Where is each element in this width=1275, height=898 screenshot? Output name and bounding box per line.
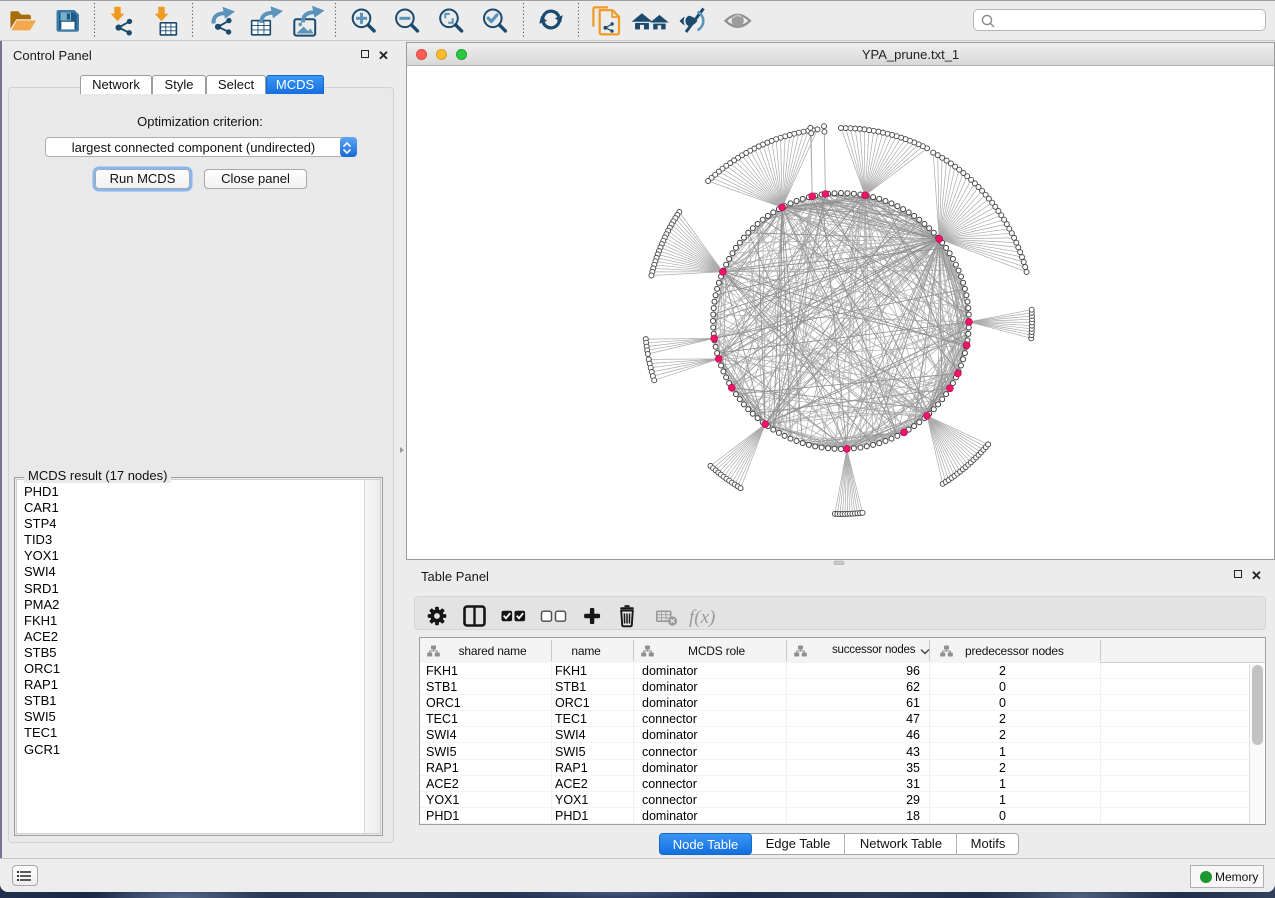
svg-text:f(x): f(x) [689,607,715,628]
